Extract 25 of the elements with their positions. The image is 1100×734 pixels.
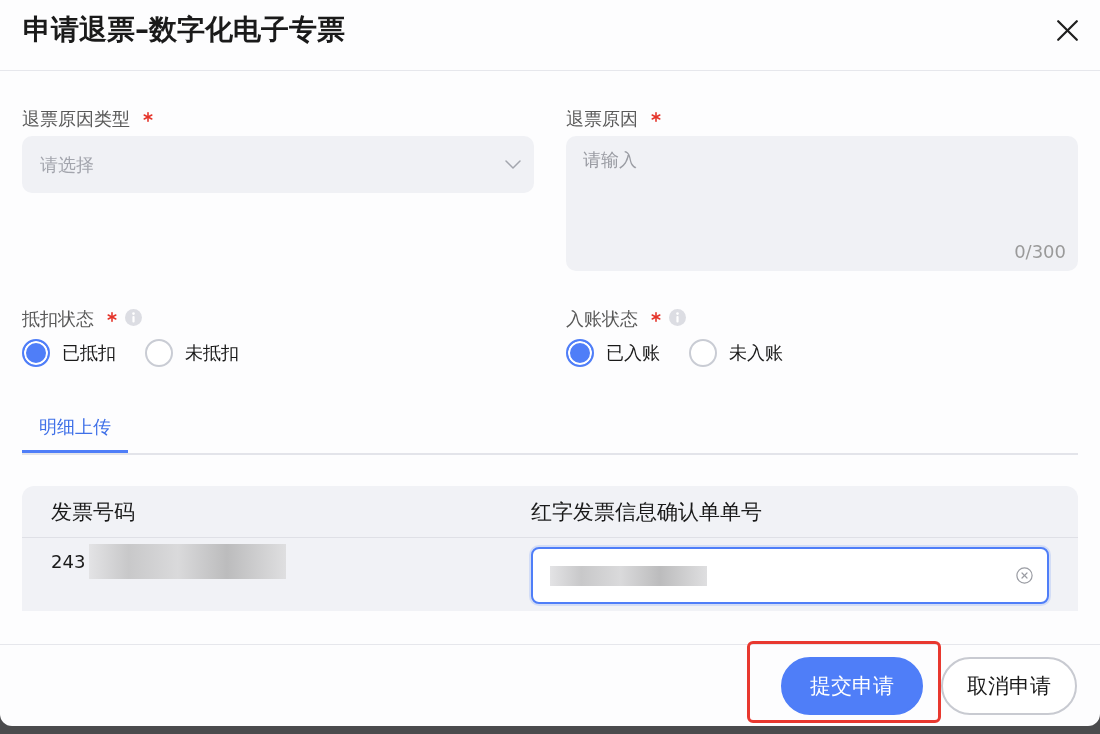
char-counter: 0/300 [1014, 241, 1066, 263]
radio-option[interactable]: 未抵扣 [145, 339, 239, 367]
submit-button[interactable]: 提交申请 [781, 657, 923, 715]
field-label: 抵扣状态 [22, 307, 94, 331]
radio-icon[interactable] [689, 339, 717, 367]
column-header: 发票号码 [50, 498, 136, 526]
radio-icon[interactable] [566, 339, 594, 367]
radio-option[interactable]: 未入账 [689, 339, 783, 367]
field-label: 退票原因类型 [22, 107, 130, 131]
select-field[interactable]: 请选择 [22, 136, 534, 193]
dialog-title: 申请退票–数字化电子专票 [23, 12, 345, 48]
close-icon[interactable] [1057, 19, 1078, 41]
input-field[interactable] [531, 547, 1049, 604]
invoice-number: 243 [51, 549, 86, 574]
column-header: 红字发票信息确认单单号 [530, 498, 763, 526]
radio-icon[interactable] [145, 339, 173, 367]
radio-option[interactable]: 已入账 [566, 339, 660, 367]
cancel-button[interactable]: 取消申请 [941, 657, 1077, 715]
radio-icon[interactable] [22, 339, 50, 367]
tab[interactable]: 明细上传 [22, 405, 128, 453]
field-label: 退票原因 [566, 107, 638, 131]
chevron-down-icon [505, 160, 521, 169]
radio-option[interactable]: 已抵扣 [22, 339, 116, 367]
clear-icon[interactable] [1016, 567, 1033, 584]
field-label: 入账状态 [566, 307, 638, 331]
